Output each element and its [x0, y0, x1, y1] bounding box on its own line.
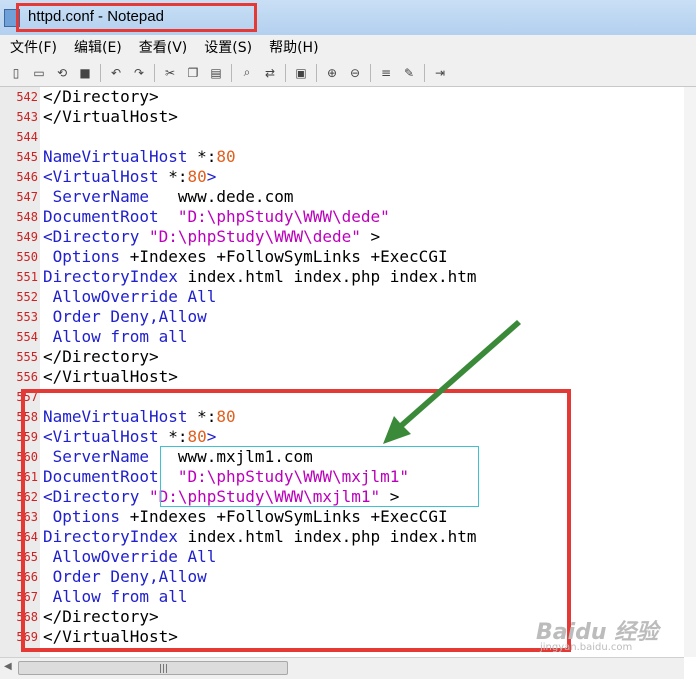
arrow-icon [383, 320, 521, 444]
annotation-arrow [383, 320, 521, 444]
baidu-watermark: Baidu 经验 jingyan.baidu.com [536, 614, 658, 653]
watermark-url: jingyan.baidu.com [540, 642, 633, 653]
